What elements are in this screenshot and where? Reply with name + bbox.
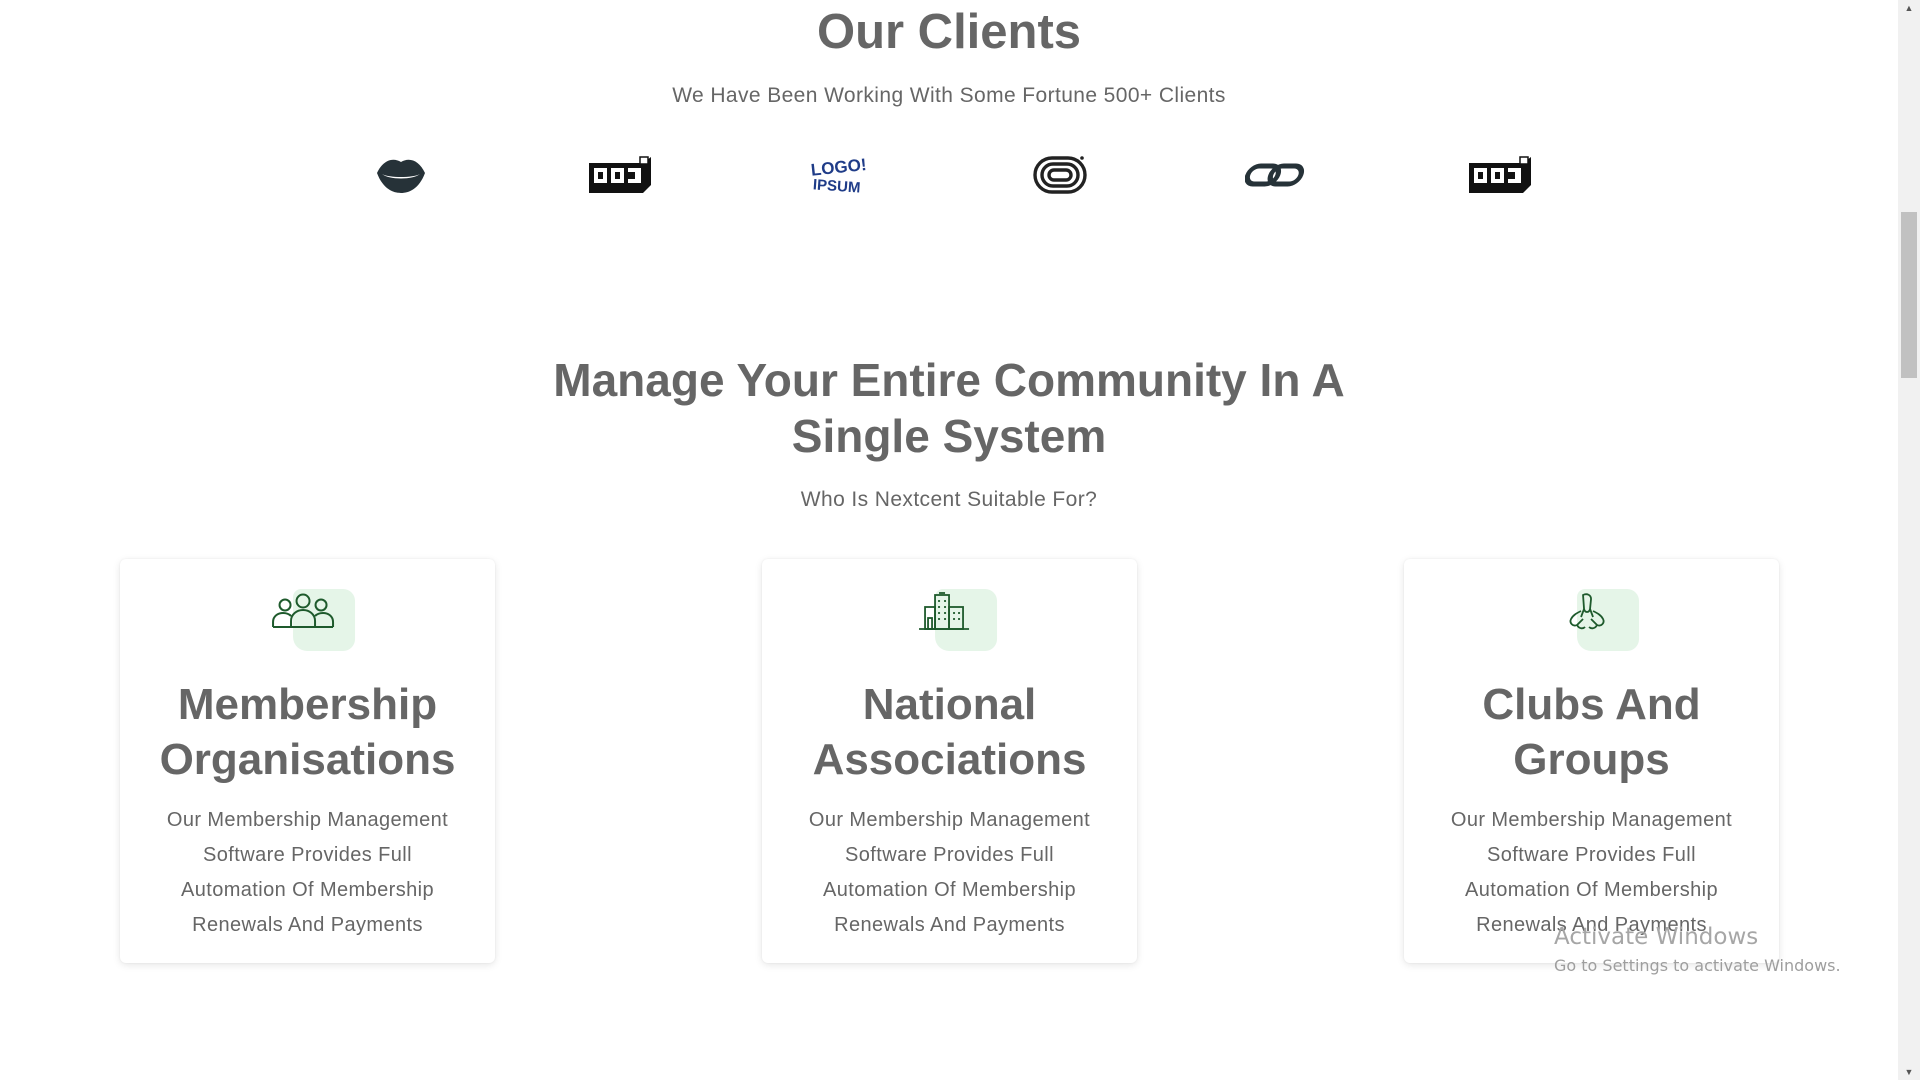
- vertical-scrollbar[interactable]: ▲ ▼: [1898, 0, 1920, 1080]
- block-logo-icon: [1464, 150, 1536, 200]
- card-title: Membership Organisations: [120, 677, 495, 787]
- scrollbar-thumb[interactable]: [1901, 212, 1917, 378]
- page: Our Clients We Have Been Working With So…: [0, 0, 1920, 1080]
- card-title: Clubs And Groups: [1404, 677, 1779, 787]
- clients-heading: Our Clients: [816, 5, 1082, 59]
- card-title-line1: Membership: [177, 680, 438, 729]
- watermark-subtitle: Go to Settings to activate Windows.: [1554, 956, 1841, 975]
- spiral-logo-icon: [1032, 150, 1088, 200]
- community-heading: Manage Your Entire Community In A Single…: [0, 352, 1898, 464]
- people-group-icon: [271, 587, 355, 651]
- client-logos-row: LOGO! IPSUM: [0, 150, 1898, 200]
- logoipsum-logo-icon: LOGO! IPSUM: [806, 150, 872, 200]
- card-national-associations: National Associations Our Membership Man…: [762, 559, 1137, 963]
- scroll-up-arrow-icon[interactable]: ▲: [1898, 0, 1920, 16]
- community-subheading: Who Is Nextcent Suitable For?: [800, 488, 1098, 511]
- svg-text:IPSUM: IPSUM: [812, 176, 861, 195]
- community-heading-line2: Single System: [791, 410, 1107, 462]
- card-membership-organisations: Membership Organisations Our Membership …: [120, 559, 495, 963]
- card-title-line1: National: [862, 680, 1037, 729]
- block-logo-icon: [584, 150, 656, 200]
- activate-windows-watermark: Activate Windows Go to Settings to activ…: [1554, 924, 1841, 975]
- card-clubs-and-groups: Clubs And Groups Our Membership Manageme…: [1404, 559, 1779, 963]
- card-title-line2: Groups: [1513, 735, 1670, 784]
- card-title: National Associations: [762, 677, 1137, 787]
- card-title-line2: Associations: [812, 735, 1087, 784]
- card-title-line1: Clubs And: [1482, 680, 1701, 729]
- clients-subheading: We Have Been Working With Some Fortune 5…: [672, 84, 1226, 107]
- building-icon: [913, 587, 997, 651]
- lips-logo-icon: [374, 150, 428, 200]
- card-description: Our Membership Management Software Provi…: [1450, 809, 1733, 936]
- scroll-down-arrow-icon[interactable]: ▼: [1898, 1064, 1920, 1080]
- community-heading-line1: Manage Your Entire Community In A: [553, 354, 1345, 406]
- watermark-title: Activate Windows: [1554, 924, 1759, 950]
- card-description: Our Membership Management Software Provi…: [808, 809, 1091, 936]
- card-title-line2: Organisations: [159, 735, 456, 784]
- card-description: Our Membership Management Software Provi…: [166, 809, 449, 936]
- hands-together-icon: [1555, 587, 1639, 651]
- chain-logo-icon: [1244, 150, 1314, 200]
